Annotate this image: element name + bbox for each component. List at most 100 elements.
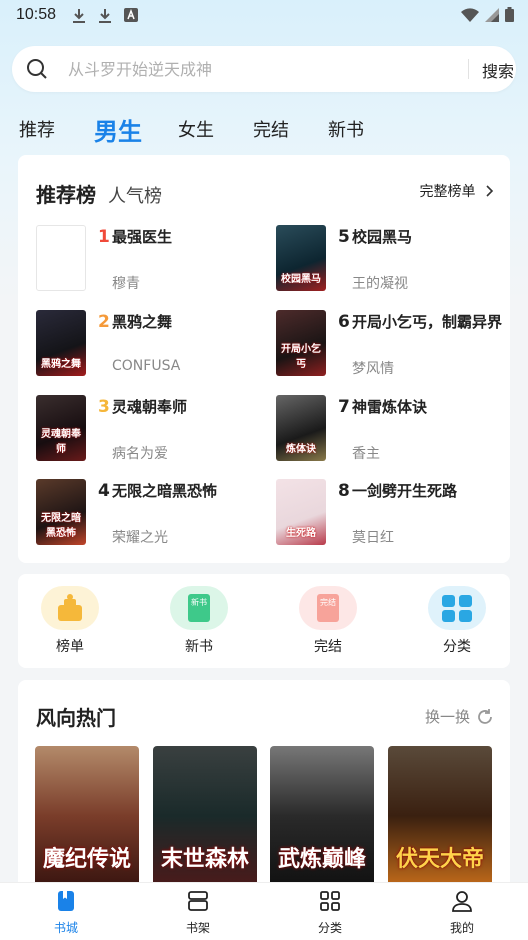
- category-icon: [320, 891, 340, 911]
- refresh-button[interactable]: 换一换: [425, 706, 494, 727]
- signal-icon: [485, 7, 499, 22]
- book-cover-title: 生死路: [286, 528, 316, 539]
- hot-book-cover[interactable]: 末世森林: [153, 746, 257, 886]
- book-cover-title: 校园黑马: [281, 274, 321, 285]
- book-title: 校园黑马: [352, 228, 413, 246]
- ranking-book-item[interactable]: 灵魂朝奉师 3 灵魂朝奉师 病名为爱: [36, 395, 266, 465]
- battery-icon: [505, 7, 514, 22]
- book-cover: 炼体诀: [276, 395, 326, 461]
- nav-label: 书城: [53, 921, 78, 935]
- book-title: 黑鸦之舞: [112, 313, 173, 331]
- shortcut-new-books[interactable]: 新书 新书: [167, 586, 231, 656]
- tab-recommend[interactable]: 推荐: [19, 116, 55, 142]
- book-cover: 开局小乞丐: [276, 310, 326, 376]
- finished-book-icon: 完结: [299, 586, 357, 630]
- nav-bookstore[interactable]: 书城: [36, 889, 96, 936]
- book-cover: 校园黑马: [276, 225, 326, 291]
- book-cover-title: 无限之暗黑恐怖: [41, 513, 81, 539]
- book-cover: [36, 225, 86, 291]
- book-title: 无限之暗黑恐怖: [112, 482, 218, 500]
- nav-bookshelf[interactable]: 书架: [168, 889, 228, 936]
- bookshelf-icon: [188, 891, 208, 911]
- ranking-header: 推荐榜 人气榜: [36, 179, 162, 208]
- profile-icon: [452, 891, 472, 912]
- hot-book-cover[interactable]: 伏天大帝: [388, 746, 492, 886]
- nav-profile[interactable]: 我的: [432, 889, 492, 936]
- nav-label: 我的: [449, 921, 474, 935]
- chevron-right-icon: [486, 185, 494, 197]
- book-author: 香主: [352, 446, 380, 462]
- hot-book-cover[interactable]: 魔纪传说: [35, 746, 139, 886]
- rank-number: 4: [98, 481, 110, 501]
- book-author: 梦风情: [352, 361, 394, 377]
- ranking-book-item[interactable]: 生死路 8 一剑劈开生死路 莫日红: [276, 479, 506, 549]
- category-grid-icon: [428, 586, 486, 630]
- download-icon: [73, 9, 85, 23]
- book-author: 穆青: [112, 276, 140, 292]
- bottom-nav: 书城 书架 分类 我的: [0, 882, 528, 940]
- book-title: 一剑劈开生死路: [352, 482, 458, 500]
- book-title: 最强医生: [112, 228, 173, 246]
- tab-new[interactable]: 新书: [328, 116, 364, 142]
- book-title: 神雷炼体诀: [352, 398, 428, 416]
- ranking-book-item[interactable]: 黑鸦之舞 2 黑鸦之舞 CONFUSA: [36, 310, 266, 380]
- channel-tabs: 推荐 男生 女生 完结 新书: [0, 108, 528, 148]
- tab-finished[interactable]: 完结: [253, 116, 289, 142]
- book-author: 荣耀之光: [112, 530, 168, 546]
- search-icon: [27, 59, 47, 79]
- book-cover: 生死路: [276, 479, 326, 545]
- search-button[interactable]: 搜索: [482, 58, 514, 82]
- rank-number: 5: [338, 227, 350, 247]
- rank-number: 1: [98, 227, 110, 247]
- tab-female[interactable]: 女生: [178, 116, 214, 142]
- rank-number: 8: [338, 481, 350, 501]
- keyboard-a-icon: [124, 8, 138, 22]
- new-book-icon: 新书: [170, 586, 228, 630]
- book-cover: 灵魂朝奉师: [36, 395, 86, 461]
- hot-title: 风向热门: [36, 706, 116, 730]
- book-cover: 无限之暗黑恐怖: [36, 479, 86, 545]
- ranking-book-item[interactable]: 1 最强医生穆青: [36, 225, 266, 295]
- search-bar[interactable]: 搜索: [12, 46, 516, 92]
- book-author: 病名为爱: [112, 446, 168, 462]
- rank-number: 2: [98, 312, 110, 332]
- shortcut-label: 完结: [314, 639, 342, 655]
- book-cover-title: 炼体诀: [286, 444, 316, 455]
- shortcut-label: 榜单: [56, 639, 84, 655]
- rank-number: 7: [338, 397, 350, 417]
- hot-book-cover[interactable]: 武炼巅峰: [270, 746, 374, 886]
- shortcut-finished[interactable]: 完结 完结: [296, 586, 360, 656]
- book-cover-title: 黑鸦之舞: [41, 359, 81, 370]
- book-author: 王的凝视: [352, 276, 408, 292]
- full-ranking-link[interactable]: 完整榜单: [420, 181, 494, 201]
- ranking-tab-popular[interactable]: 人气榜: [108, 186, 162, 207]
- book-cover-title: 灵魂朝奉师: [41, 429, 81, 455]
- shortcut-category[interactable]: 分类: [425, 586, 489, 656]
- book-title: 灵魂朝奉师: [112, 398, 188, 416]
- wifi-icon: [461, 7, 479, 22]
- search-input[interactable]: [68, 56, 448, 82]
- ranking-tab-recommend[interactable]: 推荐榜: [36, 183, 96, 207]
- shortcut-ranking[interactable]: 榜单: [38, 586, 102, 656]
- ranking-book-item[interactable]: 开局小乞丐 6 开局小乞丐，制霸异界 梦风情: [276, 310, 506, 380]
- shortcut-label: 分类: [443, 639, 471, 655]
- nav-category[interactable]: 分类: [300, 889, 360, 936]
- ranking-card: 推荐榜 人气榜 完整榜单 1 最强医生 穆青 黑鸦之舞 2 黑鸦之舞 CONFUSA 灵魂朝奉师…: [18, 155, 510, 563]
- hot-book-cover-title: 伏天大帝: [395, 847, 484, 872]
- search-divider: [468, 59, 469, 79]
- book-author: CONFUSA: [112, 358, 181, 374]
- ranking-book-item[interactable]: 无限之暗黑恐怖 4 无限之暗黑恐怖 荣耀之光: [36, 479, 266, 549]
- book-title: 开局小乞丐，制霸异界: [352, 313, 503, 331]
- tab-male[interactable]: 男生: [94, 112, 142, 147]
- ranking-book-item[interactable]: 校园黑马 5 校园黑马 王的凝视: [276, 225, 506, 295]
- ranking-book-item[interactable]: 炼体诀 7 神雷炼体诀香主: [276, 395, 506, 465]
- rank-number: 3: [98, 397, 110, 417]
- nav-label: 书架: [185, 921, 210, 935]
- new-book-badge: 新书: [191, 598, 207, 607]
- bookstore-icon: [58, 891, 74, 911]
- refresh-label: 换一换: [424, 708, 470, 726]
- rank-number: 6: [338, 312, 350, 332]
- refresh-icon: [478, 708, 492, 724]
- trophy-icon: [41, 586, 99, 630]
- hot-book-cover-title: 武炼巅峰: [277, 847, 366, 872]
